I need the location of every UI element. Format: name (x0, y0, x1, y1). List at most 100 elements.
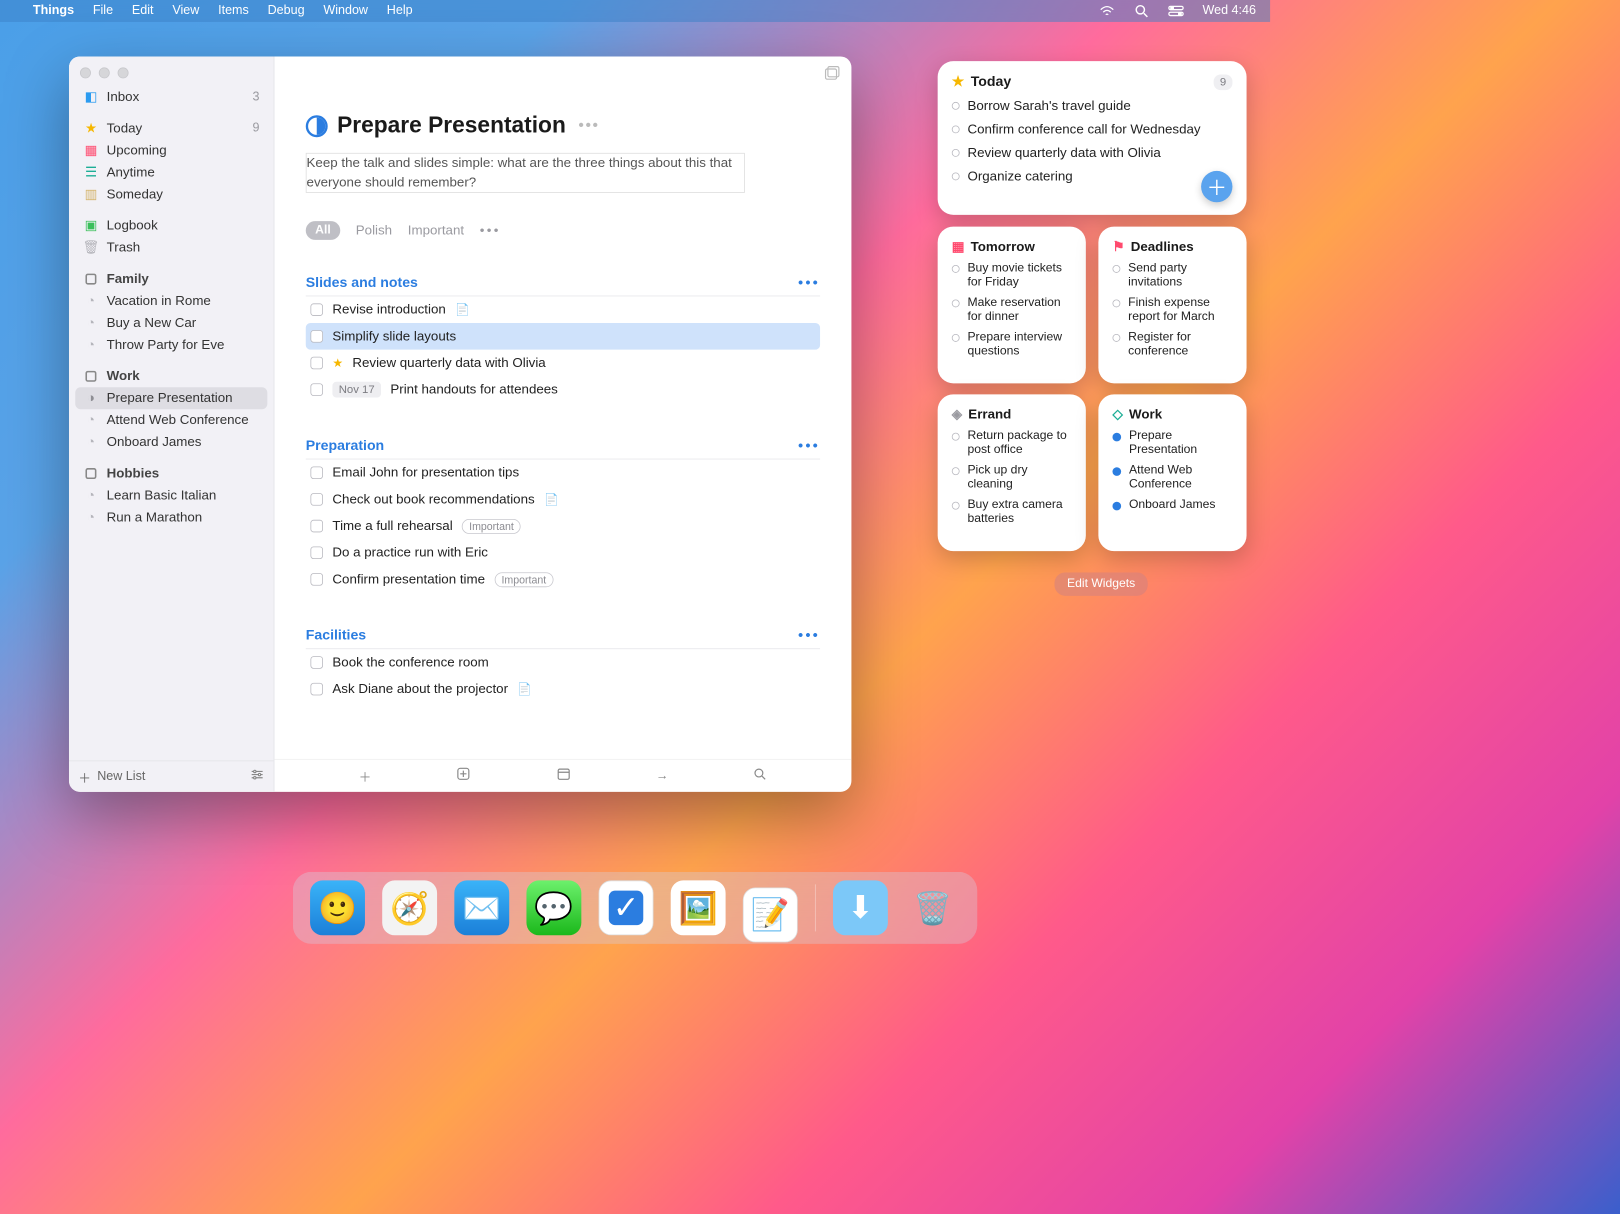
sidebar-project[interactable]: ◔Vacation in Rome (75, 290, 267, 312)
dock-trash[interactable]: 🗑️ (905, 880, 960, 935)
menu-items[interactable]: Items (218, 4, 249, 18)
inbox-icon: ◧ (83, 89, 99, 105)
filter-tag[interactable]: Polish (356, 223, 392, 239)
sidebar-area-family[interactable]: Family (75, 268, 267, 290)
sidebar-project[interactable]: ◔Attend Web Conference (75, 409, 267, 431)
close-button[interactable] (80, 67, 91, 78)
filter-tag[interactable]: Important (408, 223, 464, 239)
menubar-clock[interactable]: Wed 4:46 (1202, 4, 1255, 18)
section-more-icon[interactable]: ••• (798, 275, 820, 291)
task-row[interactable]: Revise introduction📄 (306, 297, 820, 324)
dock-notes[interactable]: 📝 (743, 887, 798, 942)
section-header[interactable]: Preparation ••• (306, 438, 820, 460)
section-header[interactable]: Facilities ••• (306, 627, 820, 649)
dock-safari[interactable]: 🧭 (382, 880, 437, 935)
move-icon[interactable]: → (656, 769, 669, 783)
task-row[interactable]: Check out book recommendations📄 (306, 486, 820, 513)
task-row[interactable]: Email John for presentation tips (306, 460, 820, 487)
widget-deadlines[interactable]: ⚑Deadlines Send party invitations Finish… (1098, 227, 1246, 384)
control-center-icon[interactable] (1168, 3, 1184, 19)
checkbox[interactable] (310, 683, 323, 696)
section-more-icon[interactable]: ••• (798, 438, 820, 454)
sidebar-trash[interactable]: 🗑 Trash (75, 237, 267, 259)
search-icon[interactable] (753, 767, 767, 785)
project-notes[interactable]: Keep the talk and slides simple: what ar… (306, 153, 745, 193)
project-more-icon[interactable]: ••• (575, 117, 599, 135)
when-icon[interactable] (556, 766, 572, 786)
widget-item-label: Register for conference (1128, 330, 1232, 358)
sidebar-someday[interactable]: ▥ Someday (75, 183, 267, 205)
section: Preparation ••• Email John for presentat… (306, 438, 820, 593)
section-more-icon[interactable]: ••• (798, 627, 820, 643)
sidebar-today[interactable]: ★ Today 9 (75, 118, 267, 140)
widget-tomorrow[interactable]: ▦Tomorrow Buy movie tickets for Friday M… (938, 227, 1086, 384)
sidebar-item-label: Work (107, 368, 140, 384)
sidebar-project-prepare-presentation[interactable]: ◑Prepare Presentation (75, 387, 267, 409)
note-icon: 📄 (544, 493, 559, 507)
new-list-button[interactable]: New List (97, 769, 145, 783)
task-row[interactable]: Time a full rehearsalImportant (306, 513, 820, 540)
menu-view[interactable]: View (172, 4, 199, 18)
menu-edit[interactable]: Edit (132, 4, 154, 18)
sidebar-anytime[interactable]: ☰ Anytime (75, 162, 267, 184)
spotlight-icon[interactable] (1134, 3, 1150, 19)
section-header[interactable]: Slides and notes ••• (306, 275, 820, 297)
new-heading-icon[interactable] (456, 766, 472, 786)
note-icon: 📄 (455, 303, 470, 317)
checkbox[interactable] (310, 547, 323, 560)
widget-title: Deadlines (1131, 239, 1194, 255)
checkbox[interactable] (310, 304, 323, 317)
sidebar-area-work[interactable]: Work (75, 365, 267, 387)
project-title[interactable]: Prepare Presentation (337, 113, 566, 139)
widget-add-button[interactable]: ＋ (1201, 171, 1232, 202)
task-row[interactable]: Ask Diane about the projector📄 (306, 676, 820, 703)
wifi-icon[interactable] (1099, 3, 1115, 19)
widget-today[interactable]: ★Today9 Borrow Sarah's travel guide Conf… (938, 61, 1247, 215)
new-todo-icon[interactable]: ＋ (359, 766, 372, 785)
menu-help[interactable]: Help (387, 4, 413, 18)
sidebar-logbook[interactable]: ▣ Logbook (75, 215, 267, 237)
sidebar-area-hobbies[interactable]: Hobbies (75, 463, 267, 485)
app-menu[interactable]: Things (33, 4, 74, 18)
dock-finder[interactable]: 🙂 (310, 880, 365, 935)
sidebar-upcoming[interactable]: ▦ Upcoming (75, 140, 267, 162)
dock-downloads[interactable]: ⬇ (833, 880, 888, 935)
edit-widgets-button[interactable]: Edit Widgets (1054, 572, 1147, 596)
sidebar-project[interactable]: ◔Run a Marathon (75, 506, 267, 528)
settings-icon[interactable] (250, 769, 264, 784)
task-row[interactable]: Simplify slide layouts (306, 323, 820, 350)
checkbox[interactable] (310, 573, 323, 586)
menu-file[interactable]: File (93, 4, 113, 18)
sidebar-inbox[interactable]: ◧ Inbox 3 (75, 86, 267, 108)
checkbox[interactable] (310, 493, 323, 506)
sidebar-project[interactable]: ◔Buy a New Car (75, 312, 267, 334)
sidebar-project[interactable]: ◔Onboard James (75, 431, 267, 453)
widget-errand[interactable]: ◈Errand Return package to post office Pi… (938, 394, 1086, 551)
dock-app[interactable]: 🖼️ (671, 880, 726, 935)
checkbox[interactable] (310, 384, 323, 397)
checkbox[interactable] (310, 357, 323, 370)
menu-window[interactable]: Window (323, 4, 368, 18)
dock-mail[interactable]: ✉️ (454, 880, 509, 935)
dock-things[interactable]: ✓ (599, 880, 654, 935)
dock-messages[interactable]: 💬 (526, 880, 581, 935)
circle-icon (952, 125, 960, 133)
checkbox[interactable] (310, 467, 323, 480)
checkbox[interactable] (310, 330, 323, 343)
task-row[interactable]: Nov 17Print handouts for attendees (306, 377, 820, 404)
menu-debug[interactable]: Debug (268, 4, 305, 18)
open-in-window-icon[interactable] (823, 64, 840, 85)
sidebar-project[interactable]: ◔Learn Basic Italian (75, 485, 267, 507)
checkbox[interactable] (310, 520, 323, 533)
task-row[interactable]: Confirm presentation timeImportant (306, 566, 820, 593)
task-row[interactable]: Do a practice run with Eric (306, 540, 820, 567)
task-row[interactable]: Book the conference room (306, 649, 820, 676)
sidebar-project[interactable]: ◔Throw Party for Eve (75, 334, 267, 356)
filter-all[interactable]: All (306, 221, 340, 240)
zoom-button[interactable] (118, 67, 129, 78)
task-row[interactable]: ★Review quarterly data with Olivia (306, 350, 820, 377)
minimize-button[interactable] (99, 67, 110, 78)
widget-work[interactable]: ◇Work Prepare Presentation Attend Web Co… (1098, 394, 1246, 551)
filter-more-icon[interactable]: ••• (480, 223, 501, 239)
checkbox[interactable] (310, 656, 323, 669)
